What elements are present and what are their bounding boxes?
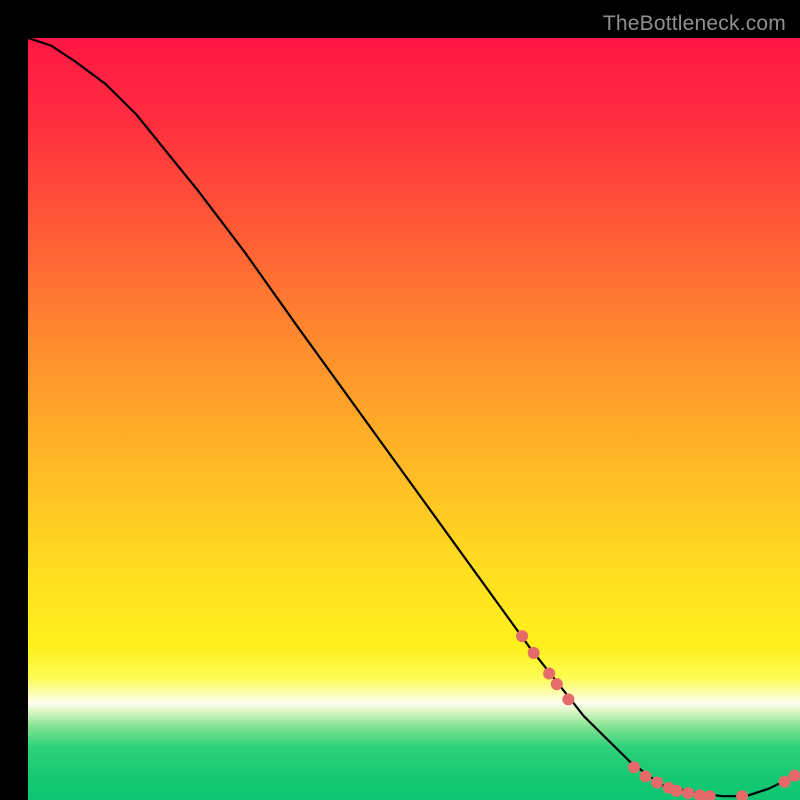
gradient-background (28, 38, 800, 800)
chart-plot-area (28, 38, 800, 800)
data-marker (516, 630, 528, 642)
chart-svg (28, 38, 800, 800)
data-marker (543, 668, 555, 680)
data-marker (670, 785, 682, 797)
data-marker (651, 776, 663, 788)
data-marker (640, 770, 652, 782)
watermark-text: TheBottleneck.com (603, 12, 786, 36)
data-marker (551, 678, 563, 690)
data-marker (628, 761, 640, 773)
chart-frame: TheBottleneck.com (14, 14, 786, 786)
data-marker (562, 693, 574, 705)
data-marker (779, 776, 791, 788)
data-marker (682, 787, 694, 799)
data-marker (528, 647, 540, 659)
